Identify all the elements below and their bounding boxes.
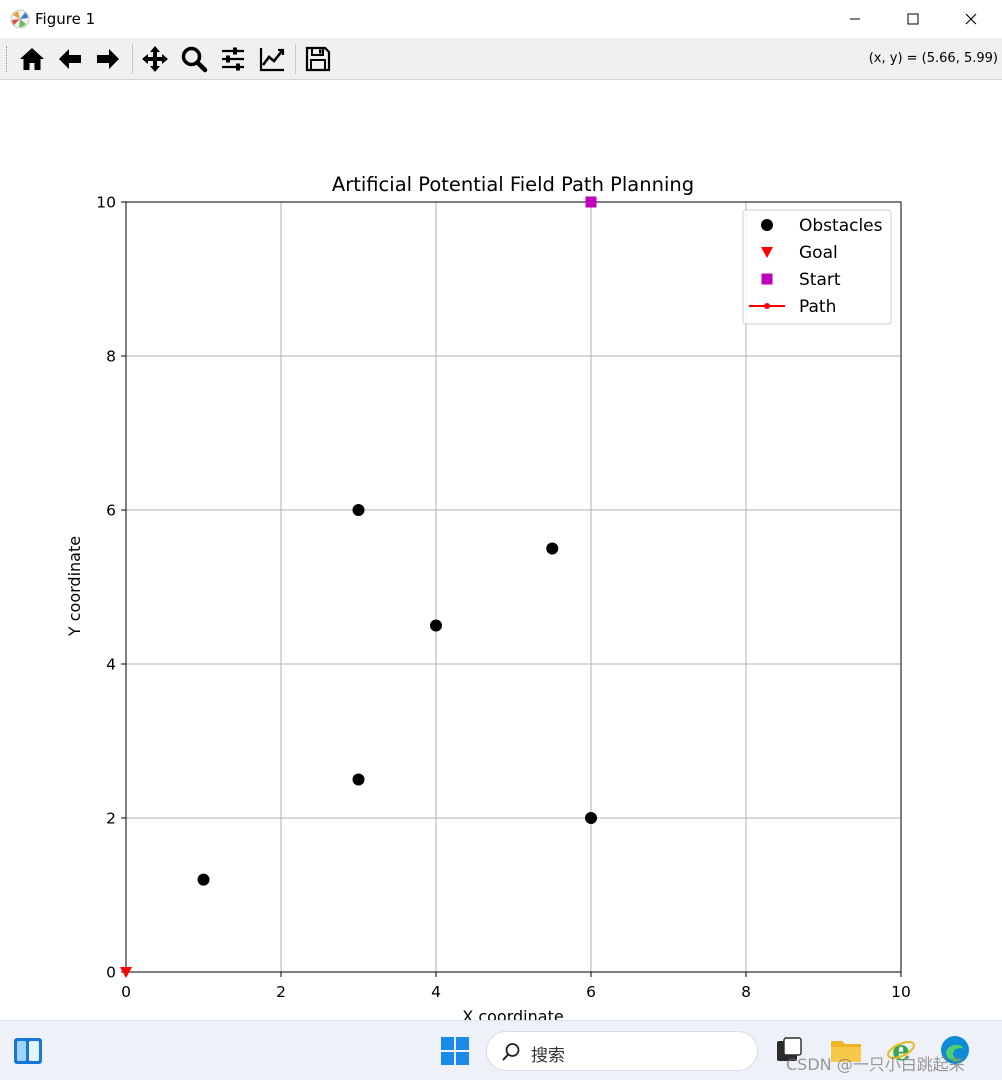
cursor-coordinates: (x, y) = (5.66, 5.99) bbox=[868, 51, 998, 66]
taskbar-search[interactable]: 搜索 bbox=[486, 1031, 758, 1071]
y-tick-label: 2 bbox=[106, 810, 116, 828]
zoom-button[interactable] bbox=[177, 43, 211, 75]
subplots-icon bbox=[222, 47, 244, 71]
obstacles-point bbox=[352, 773, 365, 786]
y-tick-label: 6 bbox=[106, 502, 116, 520]
y-tick-label: 8 bbox=[106, 348, 116, 366]
obstacles-point bbox=[197, 873, 210, 886]
watermark: CSDN @一只小白跳起来 bbox=[786, 1055, 965, 1074]
x-tick-label: 0 bbox=[121, 983, 131, 1001]
zoom-icon bbox=[181, 46, 208, 73]
obstacles-point bbox=[585, 812, 597, 824]
legend-label: Start bbox=[799, 270, 841, 290]
home-icon bbox=[20, 48, 44, 70]
x-tick-label: 2 bbox=[276, 983, 286, 1001]
forward-button[interactable] bbox=[91, 43, 125, 75]
home-button[interactable] bbox=[15, 43, 49, 75]
obstacles-point bbox=[546, 542, 559, 555]
legend-marker-obstacles bbox=[761, 219, 773, 231]
x-tick-label: 6 bbox=[586, 983, 596, 1001]
y-tick-label: 10 bbox=[96, 194, 116, 212]
search-icon bbox=[502, 1043, 520, 1061]
forward-arrow-icon bbox=[97, 49, 119, 69]
start-point bbox=[585, 196, 597, 208]
toolbar-separator bbox=[295, 44, 296, 74]
y-tick-label: 4 bbox=[106, 656, 116, 674]
minimize-icon bbox=[850, 18, 860, 20]
back-arrow-icon bbox=[59, 49, 81, 69]
close-button[interactable] bbox=[942, 0, 1000, 38]
obstacles-point bbox=[352, 504, 365, 516]
obstacles-point bbox=[430, 619, 442, 632]
y-tick-label: 0 bbox=[106, 964, 116, 982]
scatter-plot[interactable]: 0 2 4 6 8 10 0 2 4 6 8 10 Artificial Potential Fiel… bbox=[0, 80, 1002, 1020]
save-icon bbox=[305, 46, 331, 72]
maximize-icon bbox=[907, 13, 919, 25]
navigation-toolbar: (x, y) = (5.66, 5.99) bbox=[0, 38, 1002, 80]
back-button[interactable] bbox=[53, 43, 87, 75]
chart-title: Artificial Potential Field Path Planning bbox=[332, 173, 694, 196]
data-marks bbox=[120, 196, 597, 978]
x-axis-label: X coordinate bbox=[462, 1007, 563, 1020]
minimize-button[interactable] bbox=[826, 0, 884, 38]
legend-label: Obstacles bbox=[799, 216, 883, 236]
x-tick-label: 10 bbox=[891, 983, 911, 1001]
pan-button[interactable] bbox=[138, 43, 172, 75]
toolbar-grip[interactable] bbox=[6, 46, 9, 72]
legend-label: Goal bbox=[799, 243, 838, 263]
matplotlib-icon bbox=[10, 9, 30, 29]
taskbar: 搜索 e CSDN @一只小白跳起来 bbox=[0, 1020, 1002, 1080]
edit-axis-button[interactable] bbox=[255, 43, 289, 75]
x-tick-label: 8 bbox=[741, 983, 751, 1001]
legend-marker-path bbox=[764, 303, 770, 309]
widgets-icon[interactable] bbox=[13, 1036, 43, 1066]
save-button[interactable] bbox=[301, 43, 335, 75]
close-icon bbox=[965, 13, 977, 25]
y-axis-label: Y coordinate bbox=[65, 536, 84, 637]
maximize-button[interactable] bbox=[884, 0, 942, 38]
title-bar: Figure 1 bbox=[0, 0, 1002, 38]
toolbar-separator bbox=[132, 44, 133, 74]
legend: Obstacles Goal Start Path bbox=[742, 209, 892, 325]
edit-curve-icon bbox=[259, 48, 285, 72]
x-tick-label: 4 bbox=[431, 983, 441, 1001]
figure-canvas[interactable]: 0 2 4 6 8 10 0 2 4 6 8 10 Artificial Potential Fiel… bbox=[0, 80, 1002, 1020]
configure-subplots-button[interactable] bbox=[216, 43, 250, 75]
search-placeholder: 搜索 bbox=[531, 1046, 565, 1066]
pan-icon bbox=[142, 46, 168, 72]
legend-label: Path bbox=[799, 297, 836, 317]
window-title: Figure 1 bbox=[35, 10, 96, 28]
legend-marker-start bbox=[761, 273, 773, 285]
windows-start-icon[interactable] bbox=[440, 1036, 470, 1066]
